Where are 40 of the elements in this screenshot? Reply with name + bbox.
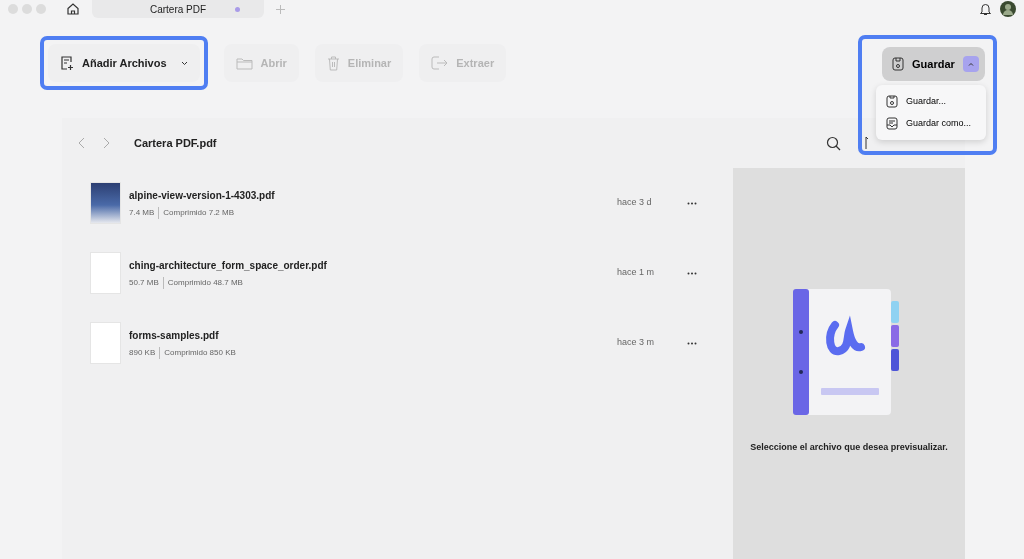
cover-thumbnail <box>90 182 121 224</box>
file-name: alpine-view-version-1-4303.pdf <box>129 188 276 203</box>
floppy-icon <box>892 57 904 71</box>
chevron-up-icon <box>967 62 974 66</box>
plus-icon[interactable] <box>276 4 285 14</box>
floppy-icon <box>886 95 898 109</box>
more-icon[interactable] <box>687 271 697 275</box>
file-title: Cartera PDF.pdf <box>134 135 217 151</box>
toolbar-button[interactable]: Añadir Archivos <box>48 44 200 82</box>
compressed-size: Comprimido 48.7 MB <box>167 276 243 289</box>
file-size: 50.7 MB <box>129 276 159 289</box>
compressed-size: Comprimido 7.2 MB <box>163 206 235 219</box>
folder-icon <box>235 56 253 70</box>
exit-arrow-icon <box>431 56 449 70</box>
dropdown-toggle-button[interactable] <box>962 56 979 72</box>
modified-time: hace 1 m <box>617 266 656 280</box>
file-plus-icon <box>60 55 74 71</box>
more-icon[interactable] <box>687 201 697 205</box>
page-thumbnail <box>90 252 121 294</box>
page-thumbnail <box>90 322 121 364</box>
save-button[interactable]: Guardar <box>882 47 985 81</box>
avatar-icon[interactable] <box>1000 1 1016 17</box>
tab-title: Cartera PDF <box>149 2 207 17</box>
document-tab[interactable]: Cartera PDF <box>92 0 264 18</box>
file-size: 7.4 MB <box>129 206 155 219</box>
trash-icon <box>326 55 340 71</box>
menu-item[interactable]: Guardar... <box>876 91 986 113</box>
menu-item[interactable]: Guardar como... <box>876 112 986 134</box>
preview-hint: Seleccione el archivo que desea previsualizar. <box>750 440 948 454</box>
file-name: ching-architecture_form_space_order.pdf <box>129 258 328 273</box>
home-icon[interactable] <box>66 2 80 16</box>
file-name: forms-samples.pdf <box>129 328 220 343</box>
more-icon[interactable] <box>687 341 697 345</box>
search-icon[interactable] <box>826 135 841 151</box>
file-size: 890 KB <box>129 346 156 359</box>
tray-icon <box>886 116 898 130</box>
compressed-size: Comprimido 850 KB <box>164 346 236 359</box>
modified-time: hace 3 m <box>617 336 656 350</box>
bell-icon[interactable] <box>979 2 992 16</box>
modified-time: hace 3 d <box>617 196 653 210</box>
